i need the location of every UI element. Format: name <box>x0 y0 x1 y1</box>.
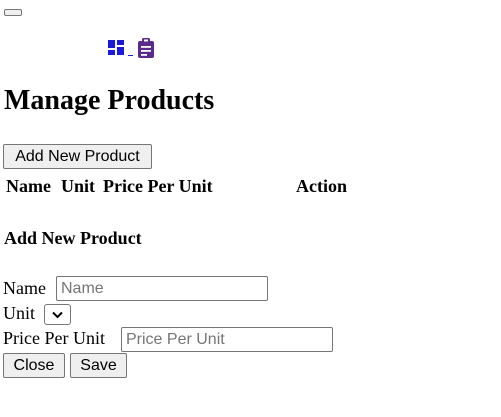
link-underline <box>128 55 133 56</box>
add-new-product-button[interactable]: Add New Product <box>3 144 152 169</box>
unit-label: Unit <box>3 303 36 323</box>
page-title: Manage Products <box>4 85 215 116</box>
orders-link[interactable] <box>137 38 155 58</box>
column-header-unit: Unit <box>61 176 96 196</box>
column-header-action: Action <box>296 176 347 196</box>
name-input[interactable] <box>56 276 268 301</box>
chevron-down-icon <box>52 311 63 319</box>
name-label: Name <box>3 278 46 298</box>
clipboard-icon <box>137 38 155 63</box>
column-header-price-per-unit: Price Per Unit <box>103 176 213 196</box>
save-button[interactable]: Save <box>70 353 127 378</box>
column-header-name: Name <box>6 176 51 196</box>
price-per-unit-input[interactable] <box>121 327 333 352</box>
close-button[interactable]: Close <box>3 353 65 378</box>
navbar-toggler-button[interactable] <box>4 9 22 16</box>
modal-title: Add New Product <box>4 228 142 248</box>
price-per-unit-label: Price Per Unit <box>3 328 105 348</box>
dashboard-icon <box>108 40 124 60</box>
unit-select[interactable] <box>44 304 71 325</box>
dashboard-link[interactable] <box>108 40 133 60</box>
